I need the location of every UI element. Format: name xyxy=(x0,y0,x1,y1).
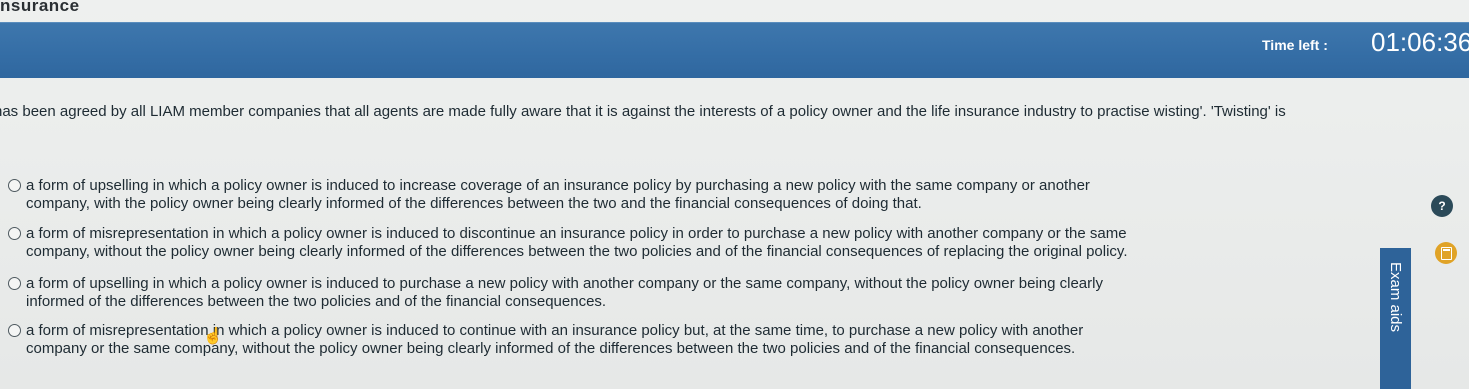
option-text: a form of misrepresentation in which a p… xyxy=(26,225,1286,261)
exam-aids-label: Exam aids xyxy=(1387,262,1404,333)
option-line-2: company or the same company, without the… xyxy=(26,340,1076,357)
option-text: a form of upselling in which a policy ow… xyxy=(26,177,1286,213)
question-icon[interactable]: ? xyxy=(1431,195,1453,217)
option-line-1: a form of upselling in which a policy ow… xyxy=(26,177,1090,194)
option-line-2: company, without the policy owner being … xyxy=(26,243,1128,260)
exam-page: nsurance Time left : 01:06:36 has been a… xyxy=(0,0,1469,389)
calculator-glyph xyxy=(1440,246,1452,260)
app-title: nsurance xyxy=(0,0,80,15)
time-left-value: 01:06:36 xyxy=(1371,27,1469,57)
header-bar xyxy=(0,22,1469,78)
hand-cursor-icon: ☝ xyxy=(203,328,223,345)
option-line-1: a form of misrepresentation in which a p… xyxy=(26,225,1127,242)
option-line-2: company, with the policy owner being cle… xyxy=(26,195,922,212)
calculator-icon[interactable] xyxy=(1435,242,1457,264)
radio-button[interactable] xyxy=(8,277,21,290)
time-left-label: Time left : xyxy=(1262,37,1328,53)
option-line-1: a form of upselling in which a policy ow… xyxy=(26,275,1103,292)
radio-button[interactable] xyxy=(8,324,21,337)
option-line-2: informed of the differences between the … xyxy=(26,293,607,310)
radio-button[interactable] xyxy=(8,227,21,240)
question-text: has been agreed by all LIAM member compa… xyxy=(0,103,1286,120)
option-line-1: a form of misrepresentation in which a p… xyxy=(26,322,1084,339)
option-text: a form of upselling in which a policy ow… xyxy=(26,275,1286,311)
radio-button[interactable] xyxy=(8,179,21,192)
